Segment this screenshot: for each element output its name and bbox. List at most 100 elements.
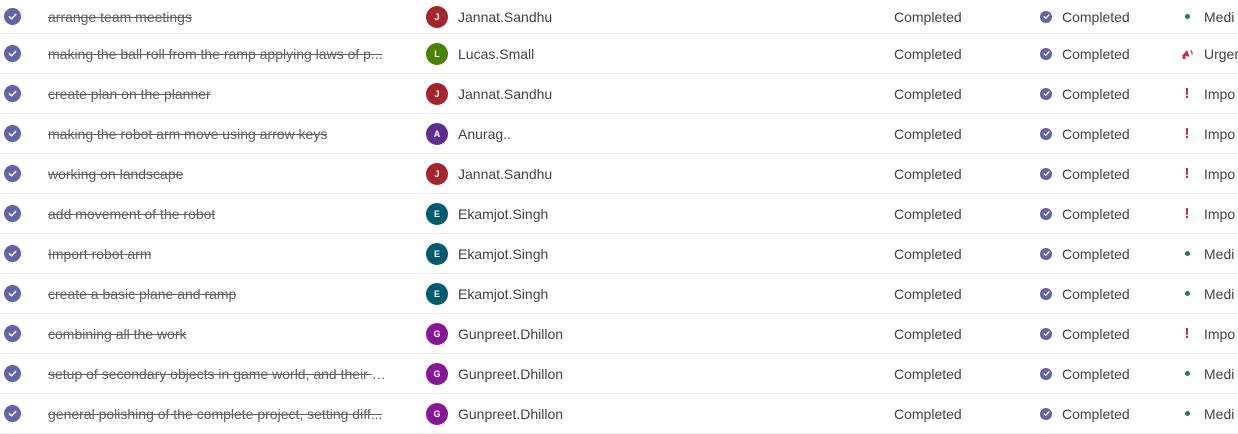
completed-status-icon xyxy=(1040,367,1052,380)
assignee-name: Gunpreet.Dhillon xyxy=(458,405,564,422)
completed-checkbox-icon[interactable] xyxy=(4,405,21,422)
task-row[interactable]: create a basic plane and ramp E Ekamjot.… xyxy=(0,274,1238,314)
task-title[interactable]: working on landscape xyxy=(48,166,183,182)
assignee-name: Ekamjot.Singh xyxy=(458,285,549,302)
completed-checkbox-icon[interactable] xyxy=(4,285,21,302)
completed-checkbox-icon[interactable] xyxy=(4,45,21,62)
completed-status-icon xyxy=(1040,47,1052,60)
assignee-name: Jannat.Sandhu xyxy=(458,165,553,182)
avatar-initial: E xyxy=(433,208,440,219)
assignee-name: Gunpreet.Dhillon xyxy=(458,325,564,342)
bucket-status[interactable]: Completed xyxy=(1062,326,1130,342)
avatar: G xyxy=(426,402,448,425)
priority-label[interactable]: Impo xyxy=(1204,326,1235,342)
task-title[interactable]: setup of secondary objects in game world… xyxy=(48,366,390,382)
avatar: G xyxy=(426,322,448,345)
priority-label[interactable]: Medi xyxy=(1204,406,1234,422)
avatar-initial: G xyxy=(433,368,441,379)
bucket-status[interactable]: Completed xyxy=(1062,406,1130,422)
dot-icon xyxy=(1180,371,1194,376)
progress-status[interactable]: Completed xyxy=(894,166,962,182)
assignee-name: Lucas.Small xyxy=(458,45,535,62)
bucket-status[interactable]: Completed xyxy=(1062,9,1130,25)
completed-checkbox-icon[interactable] xyxy=(4,165,21,182)
bucket-status[interactable]: Completed xyxy=(1062,246,1130,262)
progress-status[interactable]: Completed xyxy=(894,46,962,62)
completed-status-icon xyxy=(1040,247,1052,260)
priority-label[interactable]: Impo xyxy=(1204,86,1235,102)
progress-status[interactable]: Completed xyxy=(894,206,962,222)
task-row[interactable]: general polishing of the complete projec… xyxy=(0,394,1238,434)
completed-status-icon xyxy=(1040,87,1052,100)
priority-label[interactable]: Medi xyxy=(1204,9,1234,25)
progress-status[interactable]: Completed xyxy=(894,246,962,262)
priority-label[interactable]: Medi xyxy=(1204,286,1234,302)
completed-checkbox-icon[interactable] xyxy=(4,125,21,142)
completed-checkbox-icon[interactable] xyxy=(4,8,21,25)
avatar: J xyxy=(426,162,448,185)
completed-checkbox-icon[interactable] xyxy=(4,365,21,382)
task-title[interactable]: create plan on the planner xyxy=(48,86,211,102)
progress-status[interactable]: Completed xyxy=(894,9,962,25)
task-row[interactable]: combining all the work G Gunpreet.Dhillo… xyxy=(0,314,1238,354)
avatar-initial: G xyxy=(433,408,441,419)
task-title[interactable]: add movement of the robot xyxy=(48,206,215,222)
avatar-initial: E xyxy=(433,288,440,299)
task-title[interactable]: Import robot arm xyxy=(48,246,151,262)
priority-label[interactable]: Impo xyxy=(1204,206,1235,222)
assignee-name: Ekamjot.Singh xyxy=(458,205,549,222)
task-title[interactable]: combining all the work xyxy=(48,326,187,342)
task-list: arrange team meetings J Jannat.Sandhu Co… xyxy=(0,0,1238,434)
task-title[interactable]: making the robot arm move using arrow ke… xyxy=(48,126,327,142)
avatar-initial: L xyxy=(434,48,440,59)
important-icon: ! xyxy=(1184,325,1190,342)
urgent-icon xyxy=(1180,47,1194,61)
progress-status[interactable]: Completed xyxy=(894,86,962,102)
completed-status-icon xyxy=(1040,127,1052,140)
progress-status[interactable]: Completed xyxy=(894,286,962,302)
bucket-status[interactable]: Completed xyxy=(1062,86,1130,102)
task-row[interactable]: create plan on the planner J Jannat.Sand… xyxy=(0,74,1238,114)
completed-checkbox-icon[interactable] xyxy=(4,85,21,102)
avatar: A xyxy=(426,122,448,145)
priority-label[interactable]: Medi xyxy=(1204,366,1234,382)
avatar: E xyxy=(426,202,448,225)
task-title[interactable]: making the ball roll from the ramp apply… xyxy=(48,46,383,62)
bucket-status[interactable]: Completed xyxy=(1062,126,1130,142)
progress-status[interactable]: Completed xyxy=(894,126,962,142)
priority-label[interactable]: Urger xyxy=(1204,46,1238,62)
task-title[interactable]: general polishing of the complete projec… xyxy=(48,406,382,422)
task-row[interactable]: making the ball roll from the ramp apply… xyxy=(0,34,1238,74)
task-row[interactable]: making the robot arm move using arrow ke… xyxy=(0,114,1238,154)
assignee-name: Ekamjot.Singh xyxy=(458,245,549,262)
dot-icon xyxy=(1180,411,1194,416)
task-row[interactable]: working on landscape J Jannat.Sandhu Com… xyxy=(0,154,1238,194)
task-title[interactable]: create a basic plane and ramp xyxy=(48,286,236,302)
progress-status[interactable]: Completed xyxy=(894,326,962,342)
bucket-status[interactable]: Completed xyxy=(1062,206,1130,222)
avatar: J xyxy=(426,82,448,105)
priority-label[interactable]: Medi xyxy=(1204,246,1234,262)
task-row[interactable]: add movement of the robot E Ekamjot.Sing… xyxy=(0,194,1238,234)
important-icon: ! xyxy=(1184,85,1190,102)
completed-checkbox-icon[interactable] xyxy=(4,245,21,262)
task-title[interactable]: arrange team meetings xyxy=(48,9,192,25)
bucket-status[interactable]: Completed xyxy=(1062,366,1130,382)
task-row[interactable]: arrange team meetings J Jannat.Sandhu Co… xyxy=(0,0,1238,34)
priority-label[interactable]: Impo xyxy=(1204,166,1235,182)
completed-checkbox-icon[interactable] xyxy=(4,205,21,222)
completed-status-icon xyxy=(1040,287,1052,300)
progress-status[interactable]: Completed xyxy=(894,366,962,382)
bucket-status[interactable]: Completed xyxy=(1062,286,1130,302)
important-icon: ! xyxy=(1184,125,1190,142)
avatar-initial: J xyxy=(434,168,440,179)
task-row[interactable]: Import robot arm E Ekamjot.Singh Complet… xyxy=(0,234,1238,274)
priority-label[interactable]: Impo xyxy=(1204,126,1235,142)
progress-status[interactable]: Completed xyxy=(894,406,962,422)
bucket-status[interactable]: Completed xyxy=(1062,166,1130,182)
task-row[interactable]: setup of secondary objects in game world… xyxy=(0,354,1238,394)
bucket-status[interactable]: Completed xyxy=(1062,46,1130,62)
completed-checkbox-icon[interactable] xyxy=(4,325,21,342)
completed-status-icon xyxy=(1040,327,1052,340)
avatar-initial: A xyxy=(433,128,441,139)
